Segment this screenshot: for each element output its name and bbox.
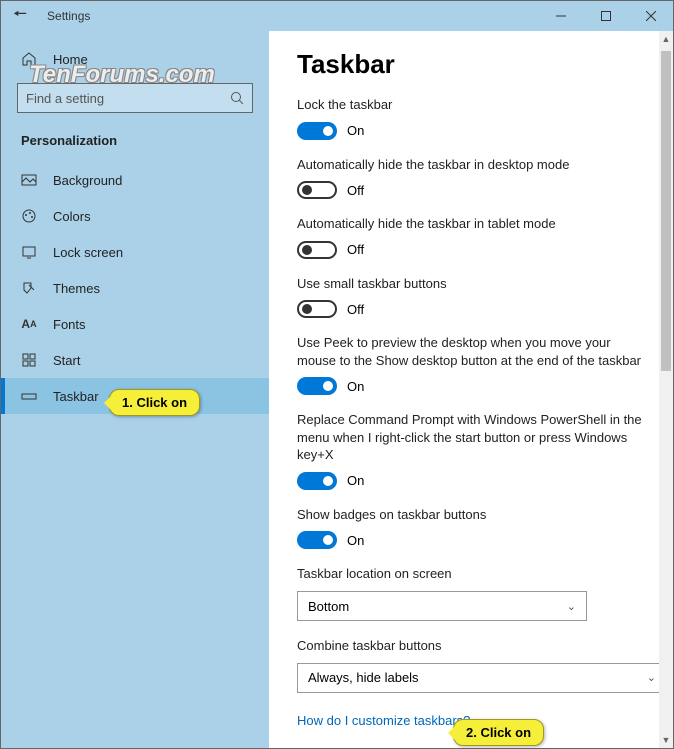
fonts-icon: AA	[21, 316, 37, 332]
setting-autohide-tablet: Automatically hide the taskbar in tablet…	[297, 215, 645, 259]
toggle-state: On	[347, 533, 364, 548]
setting-label: Automatically hide the taskbar in tablet…	[297, 215, 645, 233]
taskbar-icon	[21, 388, 37, 404]
toggle[interactable]	[297, 241, 337, 259]
nav-label: Background	[53, 173, 122, 188]
search-icon	[230, 91, 244, 105]
toggle-state: Off	[347, 183, 364, 198]
toggle[interactable]	[297, 472, 337, 490]
lockscreen-icon	[21, 244, 37, 260]
nav-label: Lock screen	[53, 245, 123, 260]
back-icon[interactable]: 🠔	[13, 3, 27, 30]
toggle-state: On	[347, 123, 364, 138]
sidebar-item-fonts[interactable]: AA Fonts	[1, 306, 269, 342]
sidebar-item-colors[interactable]: Colors	[1, 198, 269, 234]
search-placeholder: Find a setting	[26, 91, 230, 106]
toggle-state: On	[347, 379, 364, 394]
callout-1: 1. Click on	[109, 389, 200, 416]
nav-label: Colors	[53, 209, 91, 224]
toggle[interactable]	[297, 181, 337, 199]
dropdown-value: Bottom	[308, 599, 349, 614]
scrollbar[interactable]: ▲ ▼	[659, 31, 673, 748]
main-content: Taskbar Lock the taskbar On Automaticall…	[269, 31, 673, 748]
setting-label: Use Peek to preview the desktop when you…	[297, 334, 645, 369]
category-header: Personalization	[1, 127, 269, 162]
setting-autohide-desktop: Automatically hide the taskbar in deskto…	[297, 156, 645, 200]
toggle[interactable]	[297, 300, 337, 318]
toggle-state: On	[347, 473, 364, 488]
minimize-button[interactable]	[538, 1, 583, 31]
setting-label: Taskbar location on screen	[297, 565, 645, 583]
toggle[interactable]	[297, 122, 337, 140]
page-title: Taskbar	[297, 49, 645, 80]
window-title: Settings	[47, 9, 90, 23]
setting-small-buttons: Use small taskbar buttons Off	[297, 275, 645, 319]
setting-peek: Use Peek to preview the desktop when you…	[297, 334, 645, 395]
toggle-state: Off	[347, 242, 364, 257]
start-icon	[21, 352, 37, 368]
setting-label: Show badges on taskbar buttons	[297, 506, 645, 524]
background-icon	[21, 172, 37, 188]
chevron-down-icon: ⌄	[567, 600, 576, 613]
nav-label: Themes	[53, 281, 100, 296]
sidebar-item-lockscreen[interactable]: Lock screen	[1, 234, 269, 270]
nav-label: Taskbar	[53, 389, 99, 404]
callout-2: 2. Click on	[453, 719, 544, 746]
setting-badges: Show badges on taskbar buttons On	[297, 506, 645, 550]
search-input[interactable]: Find a setting	[17, 83, 253, 113]
maximize-button[interactable]	[583, 1, 628, 31]
setting-label: Lock the taskbar	[297, 96, 645, 114]
setting-label: Replace Command Prompt with Windows Powe…	[297, 411, 645, 464]
chevron-down-icon: ⌄	[647, 671, 656, 684]
dropdown-value: Always, hide labels	[308, 670, 419, 685]
combine-dropdown[interactable]: Always, hide labels ⌄	[297, 663, 667, 693]
setting-label: Use small taskbar buttons	[297, 275, 645, 293]
toggle[interactable]	[297, 377, 337, 395]
setting-label: Combine taskbar buttons	[297, 637, 645, 655]
toggle[interactable]	[297, 531, 337, 549]
home-nav[interactable]: Home	[1, 43, 269, 75]
nav-label: Start	[53, 353, 80, 368]
sidebar-item-start[interactable]: Start	[1, 342, 269, 378]
scrollbar-thumb[interactable]	[661, 51, 671, 371]
setting-location: Taskbar location on screen Bottom ⌄	[297, 565, 645, 621]
titlebar: 🠔 Settings	[1, 1, 673, 31]
home-label: Home	[53, 52, 88, 67]
nav-label: Fonts	[53, 317, 86, 332]
setting-combine: Combine taskbar buttons Always, hide lab…	[297, 637, 645, 693]
home-icon	[21, 51, 37, 67]
close-button[interactable]	[628, 1, 673, 31]
setting-lock-taskbar: Lock the taskbar On	[297, 96, 645, 140]
sidebar-item-background[interactable]: Background	[1, 162, 269, 198]
location-dropdown[interactable]: Bottom ⌄	[297, 591, 587, 621]
toggle-state: Off	[347, 302, 364, 317]
scroll-up-icon[interactable]: ▲	[659, 31, 673, 47]
setting-label: Automatically hide the taskbar in deskto…	[297, 156, 645, 174]
colors-icon	[21, 208, 37, 224]
scroll-down-icon[interactable]: ▼	[659, 732, 673, 748]
sidebar-item-themes[interactable]: Themes	[1, 270, 269, 306]
themes-icon	[21, 280, 37, 296]
setting-powershell: Replace Command Prompt with Windows Powe…	[297, 411, 645, 490]
